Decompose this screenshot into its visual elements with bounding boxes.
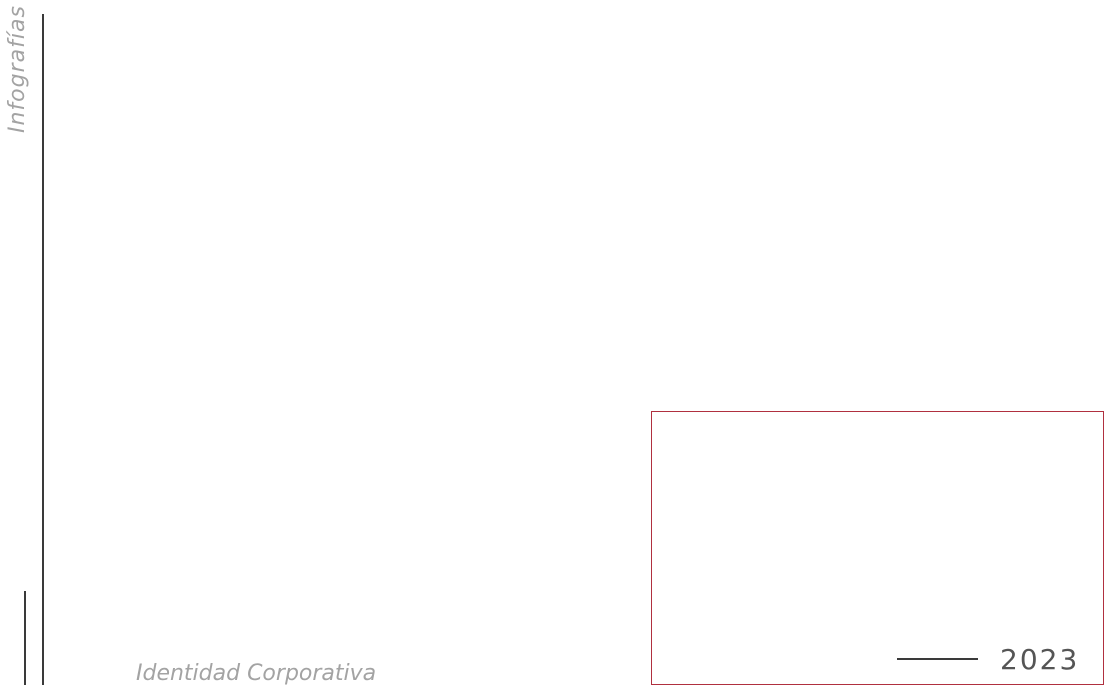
vertical-rule-short: [24, 591, 26, 685]
section-title-vertical: Infografías: [5, 5, 30, 133]
vertical-rule-main: [42, 14, 44, 685]
year-label: 2023: [1000, 643, 1080, 676]
year-rule: [897, 658, 978, 660]
document-subtitle: Identidad Corporativa: [136, 661, 377, 686]
